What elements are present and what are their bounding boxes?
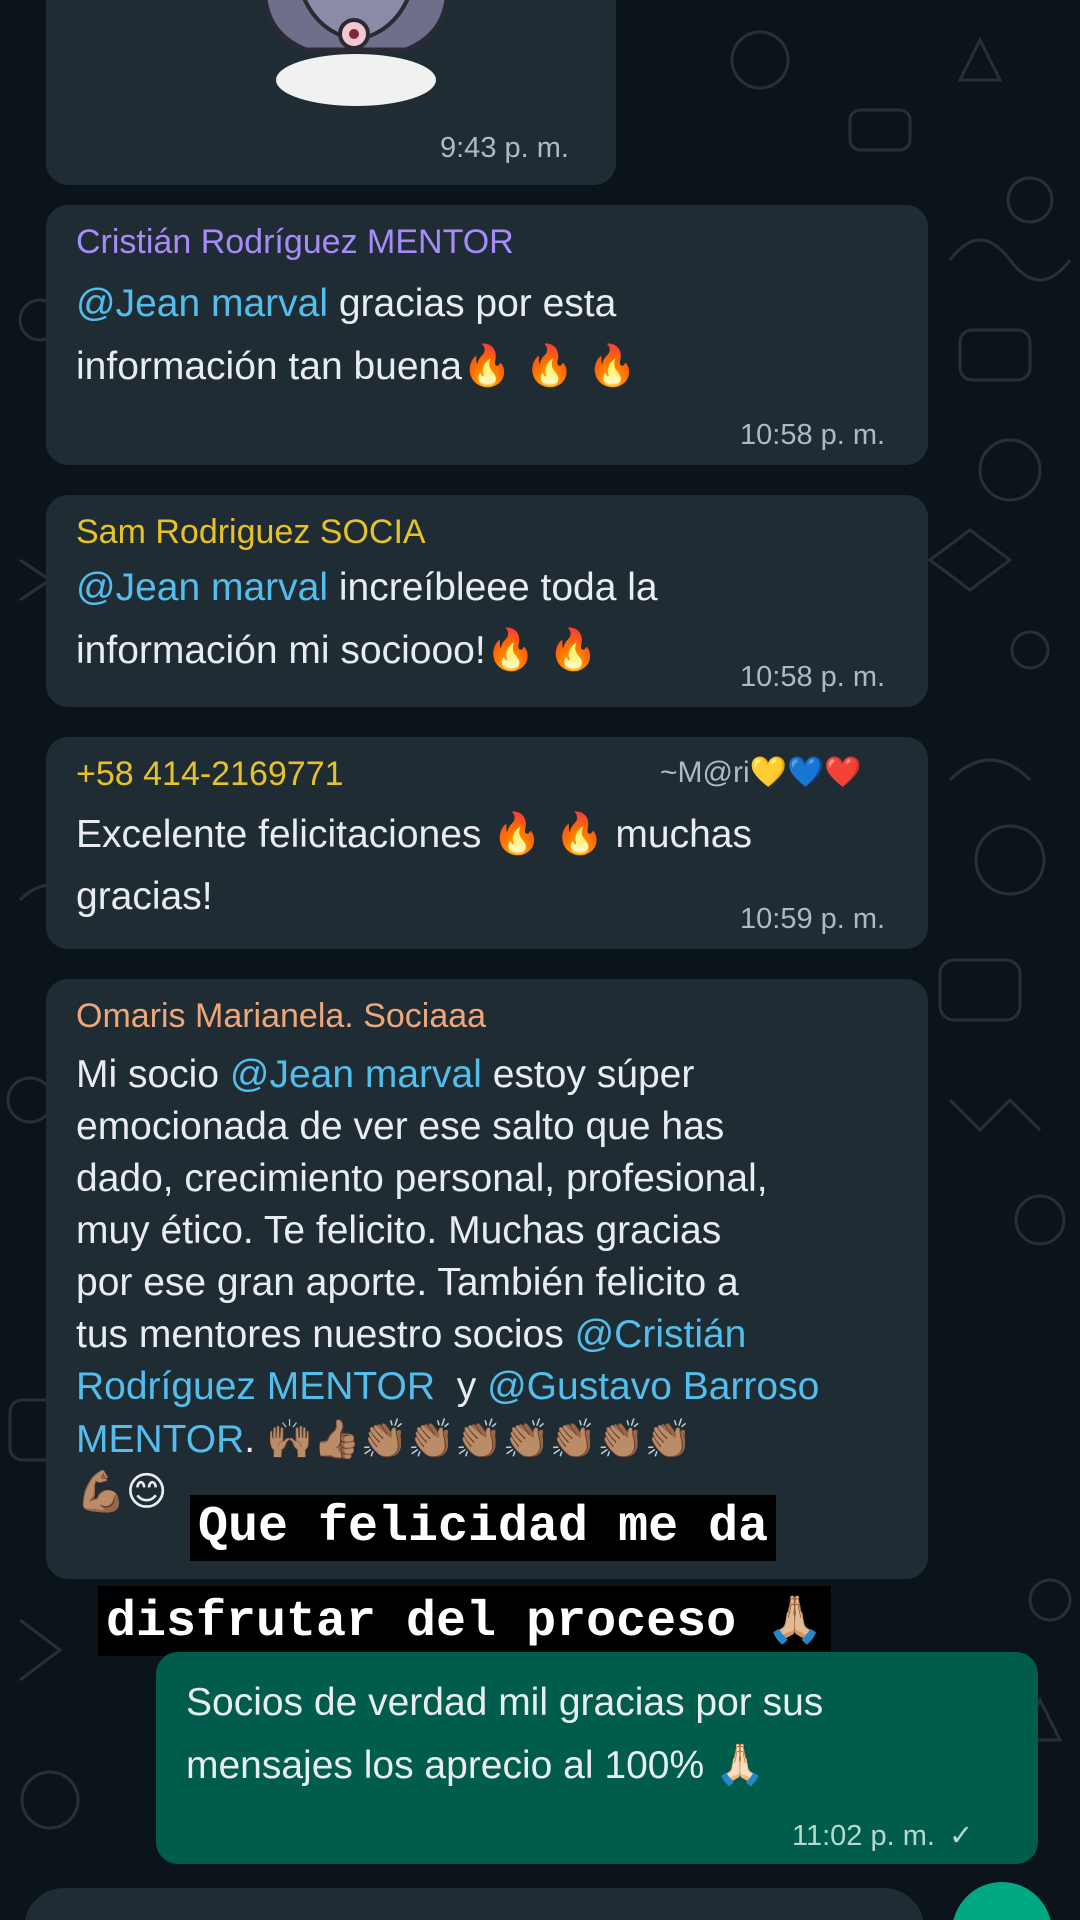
message-text: @Jean marval increíbleee toda la informa… xyxy=(76,557,658,682)
elephant-sticker xyxy=(262,0,450,106)
sticker-message[interactable]: 9:43 p. m. xyxy=(46,0,616,185)
chat-screen: 9:43 p. m. Cristián Rodríguez MENTOR @Je… xyxy=(0,0,1080,1920)
message-text-segment: Mi socio xyxy=(76,1053,230,1096)
message-text: Mi socio @Jean marval estoy súper emocio… xyxy=(76,1049,819,1519)
message-text-segment: gracias por esta xyxy=(328,282,617,325)
mention-link[interactable]: @Jean marval xyxy=(76,566,328,609)
message-text-segment: estoy súper xyxy=(481,1053,695,1096)
message-time: 9:43 p. m. xyxy=(440,132,569,164)
outgoing-message[interactable]: Socios de verdad mil gracias por sus men… xyxy=(156,1652,1038,1864)
message-text-segment: información mi sociooo! xyxy=(76,629,486,672)
incoming-message[interactable]: Sam Rodriguez SOCIA @Jean marval increíb… xyxy=(46,495,928,707)
sender-name[interactable]: Omaris Marianela. Sociaaa xyxy=(76,997,486,1036)
message-text-segment: mensajes los aprecio al 100% xyxy=(186,1744,705,1787)
sender-name[interactable]: Sam Rodriguez SOCIA xyxy=(76,513,426,552)
message-text-segment: por ese gran aporte. También felicito a xyxy=(76,1261,739,1304)
mention-link[interactable]: Rodríguez MENTOR xyxy=(76,1365,435,1408)
praying-hands-emoji: 🙏🏻 xyxy=(714,1742,765,1788)
sender-name[interactable]: Cristián Rodríguez MENTOR xyxy=(76,223,514,262)
message-text-segment: gracias! xyxy=(76,875,213,918)
message-input-bar[interactable] xyxy=(24,1888,924,1920)
message-time: 10:59 p. m. xyxy=(740,903,886,935)
message-text-segment: y xyxy=(435,1365,488,1408)
message-text-segment: increíbleee toda la xyxy=(328,566,658,609)
sender-phone[interactable]: +58 414-2169771 xyxy=(76,755,344,794)
message-time: 10:58 p. m. xyxy=(740,419,886,451)
message-text-segment: Socios de verdad mil gracias por sus xyxy=(186,1681,824,1724)
message-text-segment: información tan buena xyxy=(76,345,462,388)
fire-emoji: 🔥 🔥 🔥 xyxy=(461,343,637,389)
message-text: @Jean marval gracias por esta informació… xyxy=(76,273,637,398)
muscle-smile-emoji: 💪🏽😊 xyxy=(76,1469,168,1515)
pushname-text: ~M@ri xyxy=(660,756,750,789)
story-caption-text: disfrutar del proceso xyxy=(106,1594,737,1651)
message-time: 10:58 p. m. xyxy=(740,661,886,693)
message-text: Excelente felicitaciones 🔥 🔥 muchas grac… xyxy=(76,803,752,928)
incoming-message[interactable]: Cristián Rodríguez MENTOR @Jean marval g… xyxy=(46,205,928,465)
message-text-segment: tus mentores nuestro socios xyxy=(76,1313,575,1356)
message-text-segment: emocionada de ver ese salto que has xyxy=(76,1105,725,1148)
mention-link[interactable]: MENTOR xyxy=(76,1418,244,1461)
sender-pushname: ~M@ri💛💙❤️ xyxy=(660,755,862,790)
mention-link[interactable]: @Cristián xyxy=(575,1313,747,1356)
mention-link[interactable]: @Jean marval xyxy=(76,282,328,325)
praying-hands-emoji: 🙏🏼 xyxy=(766,1592,824,1646)
fire-emoji: 🔥 🔥 xyxy=(492,811,605,857)
message-text-segment: muchas xyxy=(615,813,752,856)
fire-emoji: 🔥 🔥 xyxy=(485,627,598,673)
message-text-segment: Excelente felicitaciones xyxy=(76,813,482,856)
clapping-hands-emoji: 🙌🏽👍🏽👏🏽👏🏽👏🏽👏🏽👏🏽👏🏽👏🏽 xyxy=(265,1417,692,1461)
message-time: 11:02 p. m. ✓ xyxy=(792,1818,973,1853)
story-caption-line-2: disfrutar del proceso 🙏🏼 xyxy=(98,1586,832,1656)
message-text-segment: dado, crecimiento personal, profesional, xyxy=(76,1157,768,1200)
mention-link[interactable]: @Jean marval xyxy=(230,1053,482,1096)
message-text: Socios de verdad mil gracias por sus men… xyxy=(186,1672,823,1797)
story-caption-line-1: Que felicidad me da xyxy=(190,1495,777,1561)
mention-link[interactable]: @Gustavo Barroso xyxy=(487,1365,819,1408)
message-text-segment: muy ético. Te felicito. Muchas gracias xyxy=(76,1209,722,1252)
hearts-emoji: 💛💙❤️ xyxy=(749,755,862,790)
incoming-message[interactable]: Omaris Marianela. Sociaaa Mi socio @Jean… xyxy=(46,979,928,1579)
incoming-message[interactable]: +58 414-2169771 ~M@ri💛💙❤️ Excelente feli… xyxy=(46,737,928,949)
check-icon: ✓ xyxy=(949,1820,974,1852)
message-text-segment: . xyxy=(244,1418,256,1461)
message-time-text: 11:02 p. m. xyxy=(792,1820,935,1852)
